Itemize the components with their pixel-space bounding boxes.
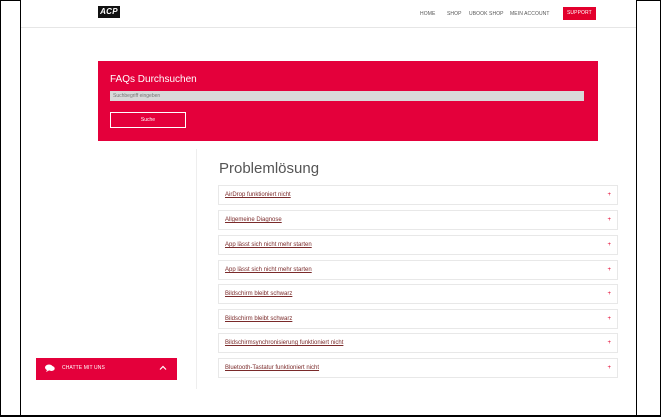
- search-input[interactable]: [110, 91, 584, 101]
- faq-question[interactable]: Bildschirm bleibt schwarz: [225, 291, 292, 297]
- faq-item[interactable]: Bildschirm bleibt schwarz +: [218, 309, 618, 329]
- column-divider: [196, 149, 197, 389]
- search-button[interactable]: Suche: [110, 112, 186, 128]
- faq-item[interactable]: Allgemeine Diagnose +: [218, 210, 618, 230]
- right-border: [636, 0, 637, 417]
- left-border: [20, 0, 21, 417]
- search-title: FAQs Durchsuchen: [110, 74, 197, 85]
- site-header: ACP HOME SHOP UBOOK SHOP MEIN ACCOUNT SU…: [21, 0, 636, 28]
- faq-item[interactable]: Bluetooth-Tastatur funktioniert nicht +: [218, 358, 618, 378]
- faq-question[interactable]: Bildschirm bleibt schwarz: [225, 316, 292, 322]
- faq-question[interactable]: Bluetooth-Tastatur funktioniert nicht: [225, 365, 319, 371]
- faq-item[interactable]: App lässt sich nicht mehr starten +: [218, 235, 618, 255]
- chevron-up-icon[interactable]: [159, 364, 167, 372]
- section-title: Problemlösung: [219, 160, 320, 177]
- chat-bubble-icon: [45, 364, 55, 372]
- faq-item[interactable]: Bildschirm bleibt schwarz +: [218, 284, 618, 304]
- expand-icon[interactable]: +: [607, 267, 611, 273]
- expand-icon[interactable]: +: [607, 340, 611, 346]
- faq-question[interactable]: App lässt sich nicht mehr starten: [225, 242, 312, 248]
- expand-icon[interactable]: +: [607, 242, 611, 248]
- chat-widget[interactable]: CHATTE MIT UNS: [36, 358, 177, 380]
- faq-question[interactable]: AirDrop funktioniert nicht: [225, 192, 291, 198]
- faq-item[interactable]: App lässt sich nicht mehr starten +: [218, 260, 618, 280]
- faq-question[interactable]: Allgemeine Diagnose: [225, 217, 282, 223]
- chat-label: CHATTE MIT UNS: [62, 365, 105, 371]
- nav-support[interactable]: SUPPORT: [563, 7, 596, 20]
- acp-logo[interactable]: ACP: [98, 6, 120, 18]
- nav-home[interactable]: HOME: [420, 11, 435, 17]
- faq-search-panel: FAQs Durchsuchen Suche: [98, 61, 598, 141]
- faq-question[interactable]: Bildschirmsynchronisierung funktioniert …: [225, 340, 343, 346]
- expand-icon[interactable]: +: [607, 192, 611, 198]
- nav-ubook-shop[interactable]: UBOOK SHOP: [469, 11, 504, 17]
- expand-icon[interactable]: +: [607, 291, 611, 297]
- nav-shop[interactable]: SHOP: [447, 11, 462, 17]
- expand-icon[interactable]: +: [607, 365, 611, 371]
- faq-question[interactable]: App lässt sich nicht mehr starten: [225, 267, 312, 273]
- faq-item[interactable]: AirDrop funktioniert nicht +: [218, 185, 618, 205]
- nav-mein-account[interactable]: MEIN ACCOUNT: [510, 11, 550, 17]
- expand-icon[interactable]: +: [607, 217, 611, 223]
- expand-icon[interactable]: +: [607, 316, 611, 322]
- faq-item[interactable]: Bildschirmsynchronisierung funktioniert …: [218, 333, 618, 353]
